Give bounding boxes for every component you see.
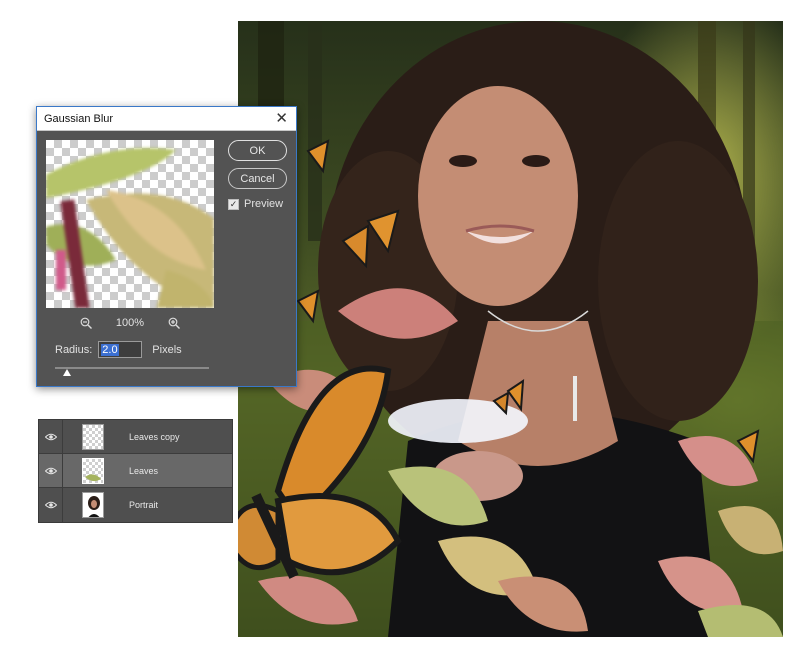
visibility-eye-icon[interactable]: [39, 419, 63, 454]
layer-row-leaves-copy[interactable]: Leaves copy: [39, 419, 232, 454]
zoom-out-icon[interactable]: [80, 317, 92, 329]
blur-preview[interactable]: [46, 140, 214, 308]
preview-leaf-artwork: [46, 148, 214, 308]
ok-button[interactable]: OK: [228, 140, 287, 161]
zoom-in-icon[interactable]: [168, 317, 181, 329]
preview-toggle[interactable]: ✓ Preview: [228, 198, 283, 210]
radius-slider-track[interactable]: [55, 367, 209, 369]
canvas-image: [238, 21, 783, 637]
layer-thumbnail: [82, 492, 104, 518]
visibility-eye-icon[interactable]: [39, 488, 63, 522]
hair-curls: [598, 141, 758, 421]
photo-artwork: [238, 21, 783, 637]
zoom-level: 100%: [115, 317, 145, 329]
layer-name: Leaves copy: [129, 431, 180, 442]
layer-row-leaves[interactable]: Leaves: [39, 453, 232, 488]
visibility-eye-icon[interactable]: [39, 453, 63, 488]
zoom-controls: 100%: [46, 316, 214, 330]
layer-name: Portrait: [129, 500, 159, 510]
layer-name: Leaves: [129, 465, 159, 476]
radius-slider-thumb[interactable]: [63, 369, 71, 376]
layer-row-portrait[interactable]: Portrait: [39, 488, 232, 522]
preview-label: Preview: [244, 198, 284, 210]
eye-left: [449, 155, 477, 167]
eye-right: [522, 155, 550, 167]
cancel-button[interactable]: Cancel: [228, 168, 287, 189]
face: [418, 86, 578, 306]
close-icon[interactable]: ✕: [275, 111, 288, 126]
tree-trunk: [308, 21, 322, 241]
radius-value: 2.0: [101, 343, 119, 356]
necklace-pendant: [573, 376, 577, 421]
radius-row: Radius: 2.0 Pixels: [55, 341, 182, 358]
preview-checkbox[interactable]: ✓: [228, 198, 239, 210]
layer-thumbnail: [82, 423, 104, 450]
layer-thumbnail: [82, 457, 104, 484]
dialog-title: Gaussian Blur: [44, 112, 114, 125]
gaussian-blur-dialog: Gaussian Blur ✕ OK Cancel ✓ Preview 100%…: [36, 106, 297, 387]
dialog-titlebar[interactable]: Gaussian Blur ✕: [37, 107, 296, 131]
layers-panel: Leaves copy Leaves Portrait: [38, 419, 233, 523]
radius-label: Radius:: [55, 343, 93, 356]
radius-units: Pixels: [152, 343, 182, 356]
radius-input[interactable]: 2.0: [98, 341, 143, 358]
